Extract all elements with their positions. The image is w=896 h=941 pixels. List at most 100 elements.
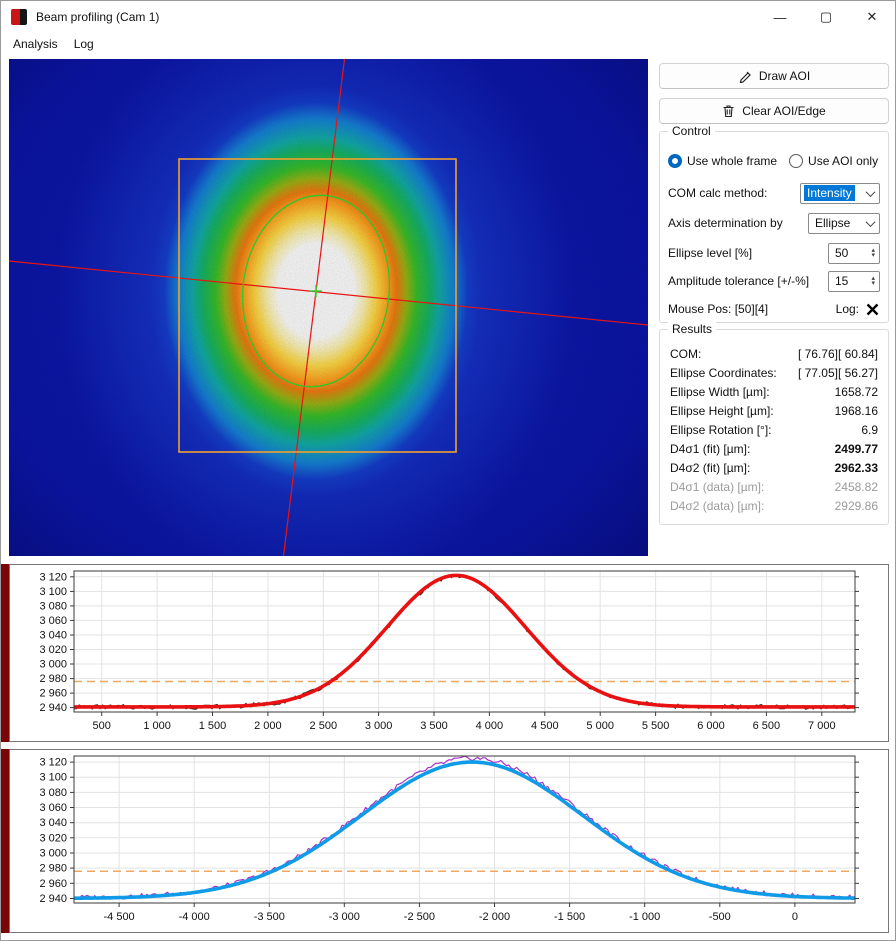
trash-icon xyxy=(722,104,735,118)
result-row-d4s2-data: D4σ2 (data) [µm]:2929.86 xyxy=(670,496,878,515)
close-button[interactable]: ✕ xyxy=(849,1,895,33)
result-row-d4s2-fit: D4σ2 (fit) [µm]:2962.33 xyxy=(670,458,878,477)
maximize-button[interactable]: ▢ xyxy=(803,1,849,33)
svg-text:4 500: 4 500 xyxy=(531,720,559,732)
svg-text:5 000: 5 000 xyxy=(586,720,614,732)
svg-text:6 000: 6 000 xyxy=(697,720,725,732)
pencil-icon xyxy=(738,69,752,83)
svg-text:-1 000: -1 000 xyxy=(629,911,660,923)
com-calc-row: COM calc method: Intensity xyxy=(668,182,880,204)
log-label: Log: xyxy=(836,302,859,316)
svg-text:3 100: 3 100 xyxy=(39,772,67,784)
result-row-com: COM:[ 76.76][ 60.84] xyxy=(670,344,878,363)
clear-aoi-button[interactable]: Clear AOI/Edge xyxy=(659,98,889,124)
window-controls: — ▢ ✕ xyxy=(757,1,895,33)
result-row-ellipse-rotation: Ellipse Rotation [°]:6.9 xyxy=(670,420,878,439)
result-row-ellipse-height: Ellipse Height [µm]:1968.16 xyxy=(670,401,878,420)
svg-text:3 000: 3 000 xyxy=(39,848,67,860)
minimize-button[interactable]: — xyxy=(757,1,803,33)
svg-text:-2 000: -2 000 xyxy=(479,911,510,923)
menu-analysis[interactable]: Analysis xyxy=(5,35,66,53)
svg-text:1 500: 1 500 xyxy=(199,720,227,732)
use-whole-frame-radio[interactable] xyxy=(668,154,682,168)
title-bar: Beam profiling (Cam 1) — ▢ ✕ xyxy=(1,1,895,33)
results-rows: COM:[ 76.76][ 60.84] Ellipse Coordinates… xyxy=(670,344,878,515)
chart-left-frame xyxy=(1,564,9,742)
amplitude-tolerance-row: Amplitude tolerance [+/-%] 15 ▴▾ xyxy=(668,270,880,292)
axis-determination-label: Axis determination by xyxy=(668,216,783,230)
svg-text:2 980: 2 980 xyxy=(39,673,67,685)
use-whole-frame-label: Use whole frame xyxy=(687,154,777,168)
clear-aoi-label: Clear AOI/Edge xyxy=(742,104,825,118)
svg-text:1 000: 1 000 xyxy=(143,720,171,732)
amplitude-tolerance-label: Amplitude tolerance [+/-%] xyxy=(668,274,809,288)
svg-text:3 080: 3 080 xyxy=(39,787,67,799)
svg-text:7 000: 7 000 xyxy=(808,720,836,732)
axis-determination-row: Axis determination by Ellipse xyxy=(668,212,880,234)
use-aoi-only-label: Use AOI only xyxy=(808,154,878,168)
com-calc-label: COM calc method: xyxy=(668,186,767,200)
svg-text:3 120: 3 120 xyxy=(39,757,67,769)
result-row-ellipse-width: Ellipse Width [µm]:1658.72 xyxy=(670,382,878,401)
svg-text:5 500: 5 500 xyxy=(642,720,670,732)
svg-text:2 960: 2 960 xyxy=(39,878,67,890)
com-calc-combobox[interactable]: Intensity xyxy=(800,183,880,204)
axis-determination-combobox[interactable]: Ellipse xyxy=(808,213,880,234)
svg-text:3 040: 3 040 xyxy=(39,817,67,829)
axis-determination-value: Ellipse xyxy=(812,215,853,231)
horizontal-profile-chart: 5001 0001 5002 0002 5003 0003 5004 0004 … xyxy=(9,564,889,742)
svg-text:-4 000: -4 000 xyxy=(179,911,210,923)
horizontal-profile-plot: 5001 0001 5002 0002 5003 0003 5004 0004 … xyxy=(10,565,888,741)
svg-text:3 020: 3 020 xyxy=(39,644,67,656)
beam-image[interactable] xyxy=(9,59,648,556)
control-group: Control Use whole frame Use AOI only COM… xyxy=(659,131,889,323)
ellipse-level-row: Ellipse level [%] 50 ▴▾ xyxy=(668,242,880,264)
result-row-d4s1-fit: D4σ1 (fit) [µm]:2499.77 xyxy=(670,439,878,458)
use-aoi-only-radio[interactable] xyxy=(789,154,803,168)
vertical-profile-plot: -4 500 -4 000 -3 500 -3 000 -2 500 -2 000 -1 5… xyxy=(10,750,888,932)
svg-text:3 040: 3 040 xyxy=(39,630,67,642)
svg-text:2 940: 2 940 xyxy=(39,702,67,714)
svg-text:2 940: 2 940 xyxy=(39,893,67,905)
chevron-down-icon xyxy=(866,217,876,227)
amplitude-tolerance-value: 15 xyxy=(832,273,851,289)
app-icon xyxy=(11,9,27,25)
menu-bar: Analysis Log xyxy=(1,33,895,55)
mouse-pos-readout: Mouse Pos: [50][4] xyxy=(668,302,768,316)
ellipse-level-value: 50 xyxy=(832,245,851,261)
svg-text:2 980: 2 980 xyxy=(39,863,67,875)
draw-aoi-label: Draw AOI xyxy=(759,69,810,83)
svg-text:3 000: 3 000 xyxy=(39,659,67,671)
right-panel: Draw AOI Clear AOI/Edge Control Use whol… xyxy=(659,59,889,133)
svg-text:-2 500: -2 500 xyxy=(404,911,435,923)
vertical-profile-chart: -4 500 -4 000 -3 500 -3 000 -2 500 -2 000 -1 5… xyxy=(9,749,889,933)
spinner-arrows-icon[interactable]: ▴▾ xyxy=(871,276,876,286)
amplitude-tolerance-spinner[interactable]: 15 ▴▾ xyxy=(828,271,880,292)
results-group: Results COM:[ 76.76][ 60.84] Ellipse Coo… xyxy=(659,329,889,525)
chevron-down-icon xyxy=(866,187,876,197)
svg-text:-1 500: -1 500 xyxy=(554,911,585,923)
result-row-ellipse-coordinates: Ellipse Coordinates:[ 77.05][ 56.27] xyxy=(670,363,878,382)
svg-text:500: 500 xyxy=(93,720,111,732)
menu-log[interactable]: Log xyxy=(66,35,102,53)
svg-text:2 500: 2 500 xyxy=(310,720,338,732)
svg-text:3 000: 3 000 xyxy=(365,720,393,732)
spinner-arrows-icon[interactable]: ▴▾ xyxy=(871,248,876,258)
result-row-d4s1-data: D4σ1 (data) [µm]:2458.82 xyxy=(670,477,878,496)
svg-text:3 060: 3 060 xyxy=(39,802,67,814)
svg-text:0: 0 xyxy=(792,911,798,923)
frame-mode-row: Use whole frame Use AOI only xyxy=(668,150,880,172)
svg-text:3 060: 3 060 xyxy=(39,615,67,627)
svg-text:2 000: 2 000 xyxy=(254,720,282,732)
x-mark-icon[interactable] xyxy=(865,302,880,317)
svg-text:-3 000: -3 000 xyxy=(329,911,360,923)
control-group-title: Control xyxy=(668,124,715,138)
svg-text:-4 500: -4 500 xyxy=(103,911,134,923)
svg-text:3 020: 3 020 xyxy=(39,832,67,844)
svg-text:-3 500: -3 500 xyxy=(254,911,285,923)
window-title: Beam profiling (Cam 1) xyxy=(36,10,159,24)
svg-text:4 000: 4 000 xyxy=(476,720,504,732)
ellipse-level-spinner[interactable]: 50 ▴▾ xyxy=(828,243,880,264)
draw-aoi-button[interactable]: Draw AOI xyxy=(659,63,889,89)
chart-left-frame xyxy=(1,749,9,933)
